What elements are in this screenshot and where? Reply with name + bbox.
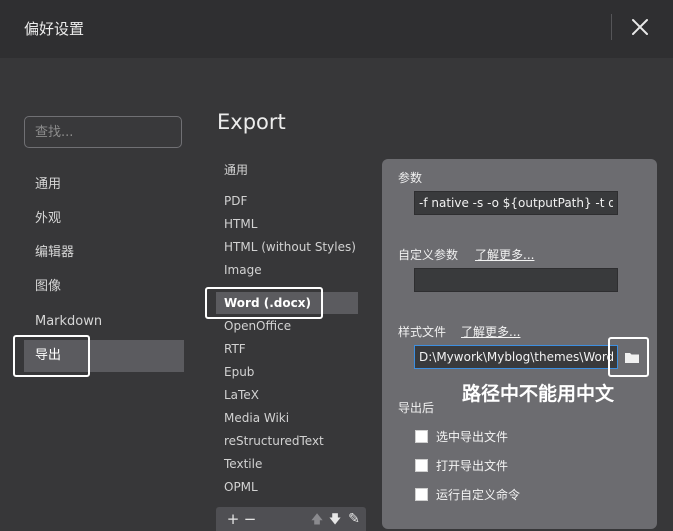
- checkbox[interactable]: [415, 487, 428, 501]
- format-item-html[interactable]: HTML: [216, 213, 358, 235]
- title-bar: 偏好设置: [0, 0, 673, 58]
- custom-params-label: 自定义参数: [398, 248, 459, 262]
- format-item-openoffice[interactable]: OpenOffice: [216, 315, 358, 337]
- close-button[interactable]: [624, 12, 656, 42]
- search-input[interactable]: [24, 116, 182, 148]
- move-down-button[interactable]: 🡇: [326, 509, 344, 529]
- format-item-epub[interactable]: Epub: [216, 361, 358, 383]
- checkbox[interactable]: [415, 458, 428, 472]
- sidebar-item-general[interactable]: 通用: [24, 169, 184, 201]
- sidebar-item-appearance[interactable]: 外观: [24, 203, 184, 235]
- settings-panel: 参数 自定义参数 了解更多... 样式文件 了解更多... 导出后 选中导出文件…: [382, 159, 657, 529]
- browse-folder-button[interactable]: [620, 345, 644, 369]
- add-format-button[interactable]: +: [224, 509, 242, 529]
- section-title: Export: [217, 110, 286, 134]
- folder-icon: [625, 352, 639, 363]
- sidebar-item-image[interactable]: 图像: [24, 271, 184, 303]
- sidebar-item-export[interactable]: 导出: [24, 340, 184, 372]
- format-item-restructuredtext[interactable]: reStructuredText: [216, 430, 358, 452]
- option-label: 运行自定义命令: [436, 487, 521, 502]
- option-open-exported-file[interactable]: 打开导出文件: [415, 455, 508, 475]
- remove-format-button[interactable]: −: [241, 509, 259, 529]
- format-item-general[interactable]: 通用: [216, 159, 358, 181]
- edit-format-button[interactable]: ✎: [345, 509, 363, 529]
- format-item-rtf[interactable]: RTF: [216, 338, 358, 360]
- title-bar-divider: [611, 14, 612, 40]
- option-run-custom-command[interactable]: 运行自定义命令: [415, 484, 520, 504]
- format-item-mediawiki[interactable]: Media Wiki: [216, 407, 358, 429]
- format-item-opml[interactable]: OPML: [216, 476, 358, 498]
- checkbox[interactable]: [415, 429, 428, 443]
- after-export-label: 导出后: [398, 401, 435, 415]
- window-title: 偏好设置: [24, 20, 85, 38]
- sidebar-item-markdown[interactable]: Markdown: [24, 306, 184, 338]
- params-label: 参数: [398, 171, 423, 185]
- format-item-latex[interactable]: LaTeX: [216, 384, 358, 406]
- custom-params-field[interactable]: [414, 268, 618, 292]
- move-up-button[interactable]: 🡅: [308, 509, 326, 529]
- option-label: 打开导出文件: [436, 458, 509, 473]
- style-file-learn-more-link[interactable]: 了解更多...: [461, 323, 520, 340]
- format-item-pdf[interactable]: PDF: [216, 190, 358, 212]
- annotation-note: 路径中不能用中文: [462, 383, 615, 405]
- format-item-textile[interactable]: Textile: [216, 453, 358, 475]
- option-select-exported-file[interactable]: 选中导出文件: [415, 426, 508, 446]
- close-icon: [632, 19, 648, 35]
- format-item-html-no-styles[interactable]: HTML (without Styles): [216, 236, 358, 258]
- format-list-toolbar: + − 🡅 🡇 ✎: [216, 507, 366, 531]
- option-label: 选中导出文件: [436, 429, 509, 444]
- custom-params-learn-more-link[interactable]: 了解更多...: [475, 246, 534, 263]
- format-item-word[interactable]: Word (.docx): [216, 292, 358, 314]
- params-field[interactable]: [414, 191, 618, 215]
- format-item-image[interactable]: Image: [216, 259, 358, 281]
- style-file-label: 样式文件: [398, 325, 447, 339]
- sidebar-item-editor[interactable]: 编辑器: [24, 237, 184, 269]
- style-file-field[interactable]: [414, 345, 618, 369]
